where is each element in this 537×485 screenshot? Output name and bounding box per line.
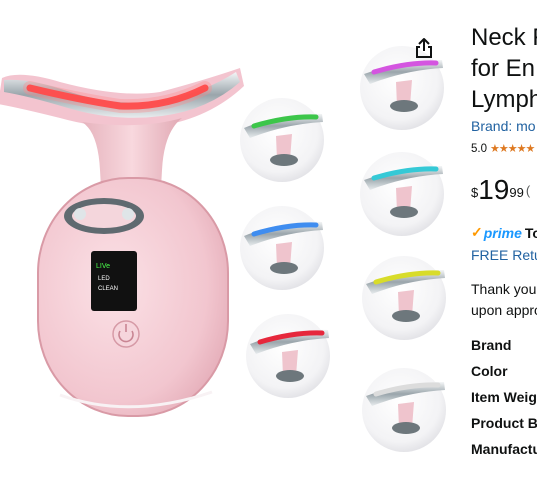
star-rating-icon: ★★★★★ [490, 143, 535, 155]
thanks-line: upon appro [471, 302, 537, 318]
screen-line-1: LIVe [96, 263, 110, 270]
product-info: Neck F for En Lymph Brand: mo 5.0 ★★★★★ … [471, 0, 537, 485]
gallery-device-white [362, 368, 446, 452]
spec-label-manufacturer: Manufactu [471, 441, 537, 457]
price-unit: ( [525, 183, 531, 198]
main-device: LIVe LED CLEAN [0, 68, 244, 417]
prime-logo: prime [483, 224, 522, 241]
share-button[interactable] [410, 34, 438, 62]
prime-delivery-text: To [524, 224, 537, 241]
price-whole: 19 [478, 174, 510, 205]
price: $1999( [471, 176, 530, 209]
product-title[interactable]: Neck F for En Lymph [471, 22, 537, 115]
gallery-device-cyan [360, 152, 444, 236]
title-line: Neck F [471, 24, 537, 51]
prime-badge[interactable]: ✓ prime To [471, 224, 537, 241]
price-fraction: 99 [509, 185, 524, 200]
gallery-device-yellow [362, 256, 446, 340]
spec-label-color: Color [471, 363, 508, 379]
screen-line-3: CLEAN [98, 286, 118, 292]
brand-link[interactable]: Brand: mo [471, 118, 536, 134]
title-line: Lymph [471, 86, 537, 113]
spec-label-brand: Brand [471, 337, 512, 353]
title-line: for En [471, 55, 536, 82]
thanks-text: Thank you upon appro [471, 279, 537, 321]
share-icon [416, 38, 432, 58]
gallery-device-green [240, 98, 324, 182]
thanks-line: Thank you [471, 281, 537, 297]
gallery-device-red [246, 314, 330, 398]
product-image[interactable]: LIVe LED CLEAN [0, 0, 465, 485]
screen-line-2: LED [98, 276, 110, 282]
spec-label-item-weight: Item Weig [471, 389, 537, 405]
free-returns-link[interactable]: FREE Retur [471, 247, 537, 263]
prime-check-icon: ✓ [471, 224, 483, 240]
rating-value: 5.0 [471, 142, 487, 155]
price-symbol: $ [471, 185, 479, 200]
spec-label-product-dimensions: Product B [471, 415, 537, 431]
rating[interactable]: 5.0 ★★★★★ [471, 142, 535, 156]
gallery-device-blue [240, 206, 324, 290]
